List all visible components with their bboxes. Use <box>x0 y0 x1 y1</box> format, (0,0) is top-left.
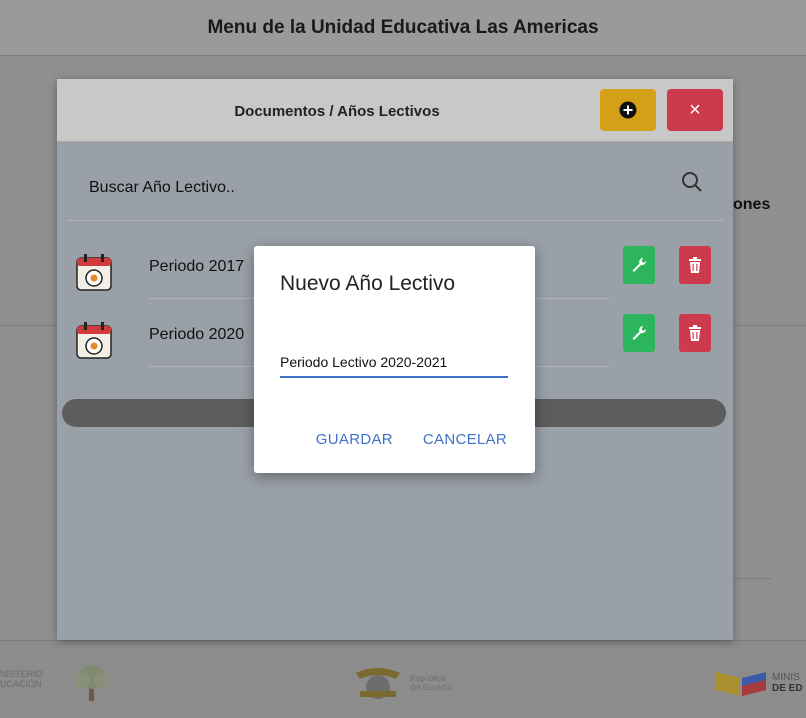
wrench-icon <box>632 326 647 340</box>
dialog-title: Nuevo Año Lectivo <box>280 272 456 295</box>
search-icon[interactable] <box>680 170 704 194</box>
list-item-label: Periodo 2017 <box>149 258 245 275</box>
year-name-input[interactable] <box>280 348 508 378</box>
ministry-right-line-2: DE ED <box>772 683 803 694</box>
ministry-line-2: UCACIÓN <box>0 679 42 689</box>
cancel-button[interactable]: CANCELAR <box>423 431 507 448</box>
app-title: Menu de la Unidad Educativa Las Americas <box>207 16 599 38</box>
list-item-label: Periodo 2020 <box>149 326 245 343</box>
edit-button[interactable] <box>623 314 655 352</box>
footer: NISTERIO UCACIÓN República del Ecuador M… <box>0 640 806 718</box>
calendar-icon <box>76 322 112 359</box>
save-button[interactable]: GUARDAR <box>316 431 393 448</box>
trash-icon <box>689 257 701 273</box>
dialog-actions: GUARDAR CANCELAR <box>316 431 507 448</box>
modal-title: Documentos / Años Lectivos <box>234 103 440 120</box>
trash-icon <box>689 325 701 341</box>
ministry-line-1: NISTERIO <box>0 669 43 679</box>
ministry-right-line-1: MINIS <box>772 672 800 683</box>
search-bar <box>67 166 723 221</box>
coat-of-arms-icon <box>356 668 400 699</box>
close-modal-button[interactable]: × <box>667 89 723 131</box>
divider <box>735 325 806 326</box>
ecuador-logo: República del Ecuador <box>352 665 453 701</box>
republic-line-2: del Ecuador <box>410 683 453 692</box>
divider <box>735 578 771 579</box>
edit-button[interactable] <box>623 246 655 284</box>
ministry-text: NISTERIO UCACIÓN <box>0 669 43 689</box>
divider <box>0 325 60 326</box>
calendar-icon <box>76 254 112 291</box>
tree-logo-icon <box>74 665 110 701</box>
new-year-dialog: Nuevo Año Lectivo GUARDAR CANCELAR <box>254 246 535 473</box>
delete-button[interactable] <box>679 314 711 352</box>
delete-button[interactable] <box>679 246 711 284</box>
wrench-icon <box>632 258 647 272</box>
republic-line-1: República <box>410 674 446 683</box>
search-input[interactable] <box>87 178 651 198</box>
background-column-fragment: ones <box>733 196 771 213</box>
add-year-button[interactable] <box>600 89 656 131</box>
flag-book-icon <box>716 672 766 696</box>
app-header: Menu de la Unidad Educativa Las Americas <box>0 0 806 56</box>
close-icon: × <box>689 98 701 121</box>
plus-circle-icon <box>619 101 637 119</box>
ministry-education-logo: MINIS DE ED <box>714 668 803 698</box>
modal-header: Documentos / Años Lectivos × <box>57 79 733 142</box>
